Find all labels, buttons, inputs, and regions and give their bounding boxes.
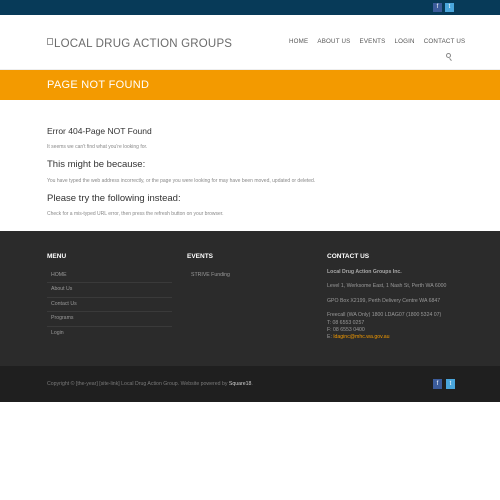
nav-about-us[interactable]: ABOUT US bbox=[317, 38, 350, 45]
because-text: You have typed the web address incorrect… bbox=[47, 178, 316, 184]
top-bar: f t bbox=[0, 0, 500, 15]
contact-fax: F: 08 6553 0400 bbox=[327, 327, 365, 334]
footer-menu-home[interactable]: HOME bbox=[47, 269, 172, 284]
footer-menu-column: MENU HOME About Us Contact Us Programs L… bbox=[47, 253, 172, 341]
copyright-period: . bbox=[251, 381, 253, 387]
because-heading: This might be because: bbox=[47, 159, 146, 170]
contact-email-link[interactable]: ldaginc@mhc.wa.gov.au bbox=[333, 334, 389, 340]
contact-freecall: Freecall (WA Only) 1800 LDAG07 (1800 532… bbox=[327, 312, 442, 319]
site-header: LOCAL DRUG ACTION GROUPS HOME ABOUT US E… bbox=[0, 15, 500, 70]
site-footer: MENU HOME About Us Contact Us Programs L… bbox=[0, 231, 500, 366]
footer-events-column: EVENTS STRIVE Funding bbox=[187, 253, 312, 283]
copyright-text: Copyright © [the-year] [site-link] Local… bbox=[47, 381, 253, 387]
twitter-icon[interactable]: t bbox=[445, 3, 454, 12]
page-title: PAGE NOT FOUND bbox=[47, 79, 150, 91]
contact-address: Level 1, Werksome East, 1 Nash St, Perth… bbox=[327, 283, 447, 290]
search-icon[interactable] bbox=[446, 53, 451, 58]
error-text: It seems we can't find what you're looki… bbox=[47, 144, 148, 150]
nav-contact-us[interactable]: CONTACT US bbox=[424, 38, 466, 45]
powered-by-link[interactable]: Square18 bbox=[229, 381, 252, 387]
twitter-icon[interactable]: t bbox=[446, 379, 455, 389]
site-logo[interactable]: LOCAL DRUG ACTION GROUPS bbox=[47, 38, 232, 50]
contact-email-line: E: ldaginc@mhc.wa.gov.au bbox=[327, 334, 467, 341]
bottom-bar: Copyright © [the-year] [site-link] Local… bbox=[0, 366, 500, 402]
page-banner: PAGE NOT FOUND bbox=[0, 70, 500, 100]
footer-events-title: EVENTS bbox=[187, 253, 214, 260]
try-text: Check for a mis-typed URL error, then pr… bbox=[47, 211, 224, 217]
footer-menu-title: MENU bbox=[47, 253, 67, 260]
footer-menu-login[interactable]: Login bbox=[47, 327, 172, 341]
logo-alt-text: LOCAL DRUG ACTION GROUPS bbox=[54, 38, 233, 50]
contact-phone: T: 08 6553 0257 bbox=[327, 319, 365, 326]
try-heading: Please try the following instead: bbox=[47, 193, 181, 204]
facebook-icon[interactable]: f bbox=[433, 379, 442, 389]
copyright-main: Copyright © [the-year] [site-link] Local… bbox=[47, 381, 229, 387]
footer-contact-column: CONTACT US Local Drug Action Groups Inc.… bbox=[327, 253, 467, 342]
nav-home[interactable]: HOME bbox=[289, 38, 308, 45]
footer-event-strive-funding[interactable]: STRIVE Funding bbox=[187, 269, 312, 283]
footer-menu-contact-us[interactable]: Contact Us bbox=[47, 298, 172, 313]
footer-menu-about-us[interactable]: About Us bbox=[47, 283, 172, 298]
facebook-icon[interactable]: f bbox=[433, 3, 442, 12]
main-nav: HOME ABOUT US EVENTS LOGIN CONTACT US bbox=[289, 38, 465, 45]
nav-events[interactable]: EVENTS bbox=[360, 38, 386, 45]
footer-contact-title: CONTACT US bbox=[327, 253, 370, 260]
footer-menu-programs[interactable]: Programs bbox=[47, 312, 172, 327]
broken-image-icon bbox=[47, 38, 53, 45]
contact-org: Local Drug Action Groups Inc. bbox=[327, 269, 402, 275]
error-heading: Error 404-Page NOT Found bbox=[47, 126, 152, 136]
contact-po-box: GPO Box X2199, Perth Delivery Centre WA … bbox=[327, 297, 441, 304]
nav-login[interactable]: LOGIN bbox=[394, 38, 414, 45]
